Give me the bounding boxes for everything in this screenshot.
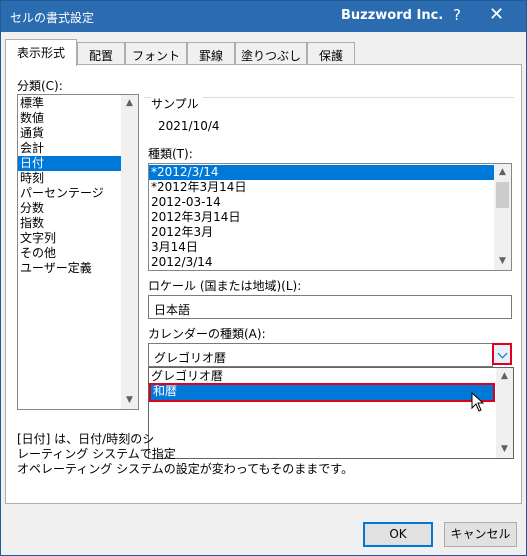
title-bar: セルの書式設定 Buzzword Inc. ? ✕: [1, 1, 526, 32]
tab-border[interactable]: 罫線: [187, 42, 235, 65]
arrow-cursor-icon: [471, 392, 485, 412]
list-item[interactable]: *2012年3月14日: [149, 180, 511, 195]
category-list[interactable]: 標準 数値 通貨 会計 日付 時刻 パーセンテージ 分数 指数 文字列 その他 …: [17, 94, 139, 410]
calendar-select[interactable]: グレゴリオ暦: [148, 343, 493, 367]
chevron-down-icon[interactable]: ▼: [494, 253, 511, 270]
tab-number[interactable]: 表示形式: [5, 39, 77, 66]
list-item[interactable]: 2012/3/14: [149, 255, 511, 270]
list-item[interactable]: 文字列: [18, 231, 138, 246]
locale-select[interactable]: 日本語: [148, 295, 512, 319]
type-label: 種類(T):: [148, 147, 193, 161]
type-scrollbar[interactable]: ▲ ▼: [494, 164, 511, 270]
list-item[interactable]: 2012-03-14: [149, 195, 511, 210]
type-list[interactable]: *2012/3/14 *2012年3月14日 2012-03-14 2012年3…: [148, 163, 512, 271]
scroll-thumb[interactable]: [496, 182, 509, 208]
list-item[interactable]: 分数: [18, 201, 138, 216]
calendar-dropdown-list[interactable]: グレゴリオ暦 和暦 ▲ ▼: [148, 367, 514, 459]
list-item[interactable]: 時刻: [18, 171, 138, 186]
list-item[interactable]: 3月14日: [149, 240, 511, 255]
list-item-selected[interactable]: 日付: [18, 156, 121, 171]
sample-value: 2021/10/4: [158, 119, 220, 133]
chevron-down-icon[interactable]: ▼: [496, 441, 513, 458]
category-label: 分類(C):: [17, 79, 63, 93]
dialog-title: セルの書式設定: [10, 11, 95, 25]
tab-fill[interactable]: 塗りつぶし: [235, 42, 307, 65]
description-line: オペレーティング システムの設定が変わってもそのままです。: [17, 462, 354, 476]
list-item[interactable]: ユーザー定義: [18, 261, 138, 276]
dropdown-option-highlighted[interactable]: 和暦: [149, 383, 495, 402]
cancel-button[interactable]: キャンセル: [444, 522, 517, 547]
calendar-value: グレゴリオ暦: [154, 351, 227, 365]
tab-protection[interactable]: 保護: [307, 42, 355, 65]
list-item[interactable]: 2012年3月: [149, 225, 511, 240]
chevron-up-icon[interactable]: ▲: [121, 95, 138, 112]
format-cells-dialog: セルの書式設定 Buzzword Inc. ? ✕ 表示形式 配置 フォント 罫…: [0, 0, 527, 556]
dropdown-scrollbar[interactable]: ▲ ▼: [496, 368, 513, 458]
list-item[interactable]: 会計: [18, 141, 138, 156]
locale-label: ロケール (国または地域)(L):: [148, 279, 302, 293]
tab-alignment[interactable]: 配置: [77, 42, 125, 65]
chevron-down-icon: [497, 348, 507, 359]
chevron-up-icon[interactable]: ▲: [494, 164, 511, 181]
list-item[interactable]: 指数: [18, 216, 138, 231]
calendar-dropdown-button[interactable]: [492, 343, 512, 365]
help-button[interactable]: ?: [453, 6, 461, 24]
chevron-down-icon[interactable]: ▼: [121, 392, 138, 409]
list-item-selected[interactable]: *2012/3/14: [149, 165, 494, 180]
list-item[interactable]: 標準: [18, 96, 138, 111]
calendar-label: カレンダーの種類(A):: [148, 327, 266, 341]
chevron-up-icon[interactable]: ▲: [496, 368, 513, 385]
list-item[interactable]: パーセンテージ: [18, 186, 138, 201]
list-item[interactable]: その他: [18, 246, 138, 261]
tab-font[interactable]: フォント: [125, 42, 187, 65]
list-item[interactable]: 通貨: [18, 126, 138, 141]
sample-label: サンプル: [151, 95, 203, 112]
close-button[interactable]: ✕: [489, 4, 504, 25]
locale-value: 日本語: [154, 303, 191, 317]
list-item[interactable]: 2012年3月14日: [149, 210, 511, 225]
brand-label: Buzzword Inc.: [341, 8, 444, 23]
category-scrollbar[interactable]: ▲ ▼: [121, 95, 138, 409]
list-item[interactable]: 数値: [18, 111, 138, 126]
ok-button[interactable]: OK: [363, 522, 433, 547]
